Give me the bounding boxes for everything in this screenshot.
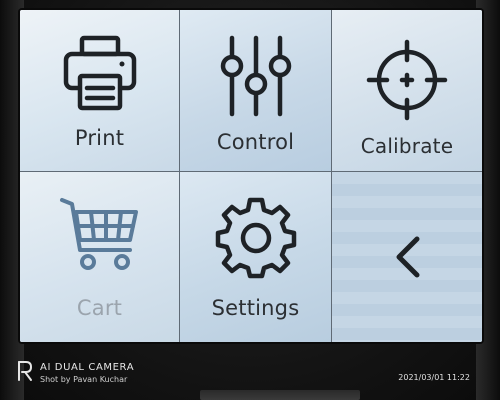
settings-button[interactable]: Settings xyxy=(180,172,332,342)
settings-label: Settings xyxy=(211,296,300,320)
photo-timestamp: 2021/03/01 11:22 xyxy=(398,373,470,382)
printer-icon xyxy=(63,35,136,111)
cart-label: Cart xyxy=(76,296,123,320)
print-label: Print xyxy=(74,126,125,150)
control-label: Control xyxy=(216,130,295,154)
cart-button[interactable]: Cart xyxy=(20,172,180,342)
gear-icon xyxy=(215,197,296,279)
camera-brand-logo xyxy=(18,361,32,381)
touch-screen: Print Control Calibrate Cart Settings xyxy=(20,10,482,342)
cart-icon xyxy=(59,198,138,270)
print-button[interactable]: Print xyxy=(20,10,180,172)
back-arrow-icon xyxy=(396,236,420,278)
device-bottom-edge xyxy=(200,390,360,400)
photographer-text: Shot by Pavan Kuchar xyxy=(40,375,128,384)
calibrate-label: Calibrate xyxy=(360,134,454,158)
calibrate-button[interactable]: Calibrate xyxy=(332,10,482,172)
sliders-icon xyxy=(220,35,291,117)
back-button[interactable] xyxy=(332,172,482,342)
control-button[interactable]: Control xyxy=(180,10,332,172)
camera-model-text: AI DUAL CAMERA xyxy=(40,362,135,373)
crosshair-icon xyxy=(366,39,448,121)
device-frame: Print Control Calibrate Cart Settings AI… xyxy=(0,0,500,400)
